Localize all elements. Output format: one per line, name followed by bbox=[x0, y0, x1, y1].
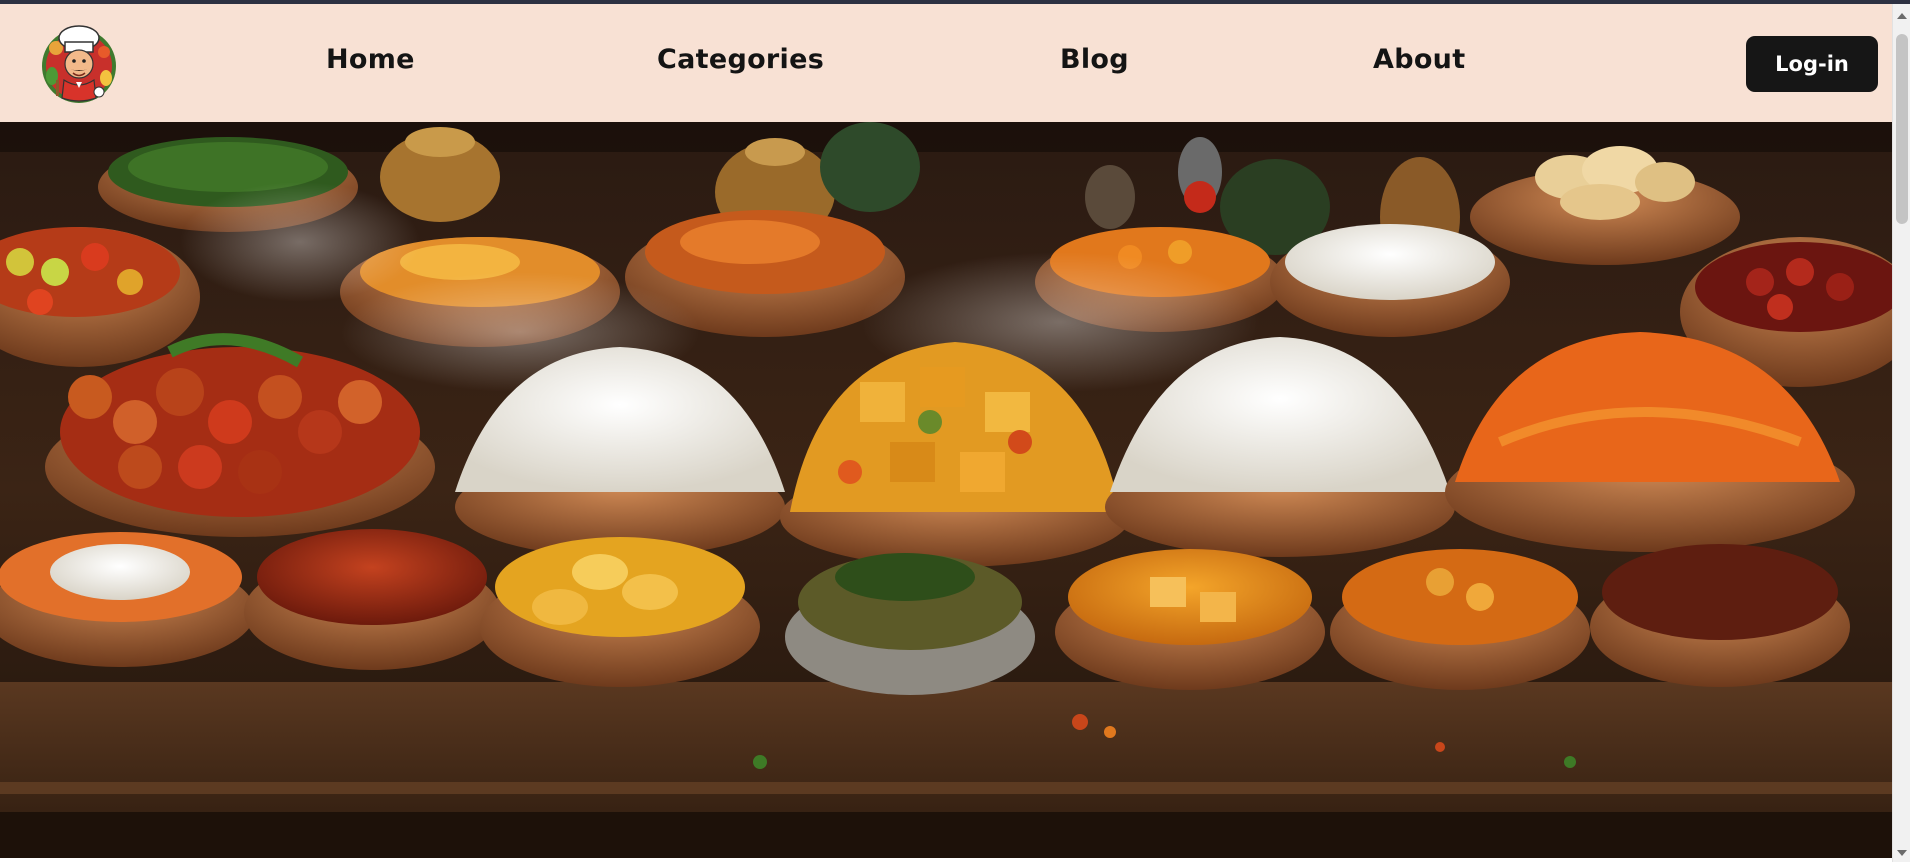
nav-blog-link[interactable]: Blog bbox=[1060, 44, 1129, 75]
scroll-up-arrow-icon[interactable] bbox=[1897, 13, 1907, 19]
login-button[interactable]: Log-in bbox=[1746, 36, 1878, 92]
navbar: Home Categories Blog About Log-in bbox=[0, 4, 1892, 122]
scrollbar-thumb[interactable] bbox=[1896, 34, 1908, 224]
hero-banner-image bbox=[0, 122, 1892, 858]
chef-mascot-logo-icon[interactable] bbox=[36, 18, 122, 106]
scroll-down-arrow-icon[interactable] bbox=[1897, 850, 1907, 856]
page-bottom-edge bbox=[0, 858, 1892, 862]
nav-categories-link[interactable]: Categories bbox=[657, 44, 824, 75]
nav-home-link[interactable]: Home bbox=[326, 44, 415, 75]
nav-about-link[interactable]: About bbox=[1373, 44, 1465, 75]
vertical-scrollbar[interactable] bbox=[1892, 4, 1910, 862]
